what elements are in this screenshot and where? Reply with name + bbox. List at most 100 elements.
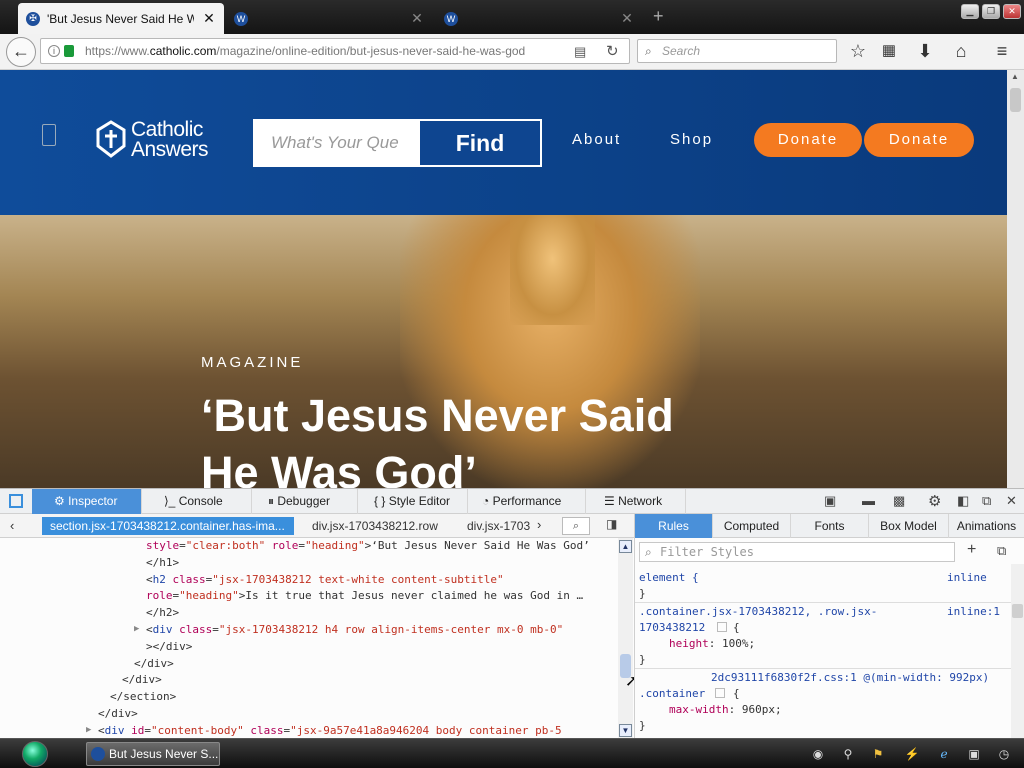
reader-view-icon[interactable]: ▤ xyxy=(574,44,586,60)
highlight-selector-icon[interactable] xyxy=(715,688,725,698)
donate-button[interactable]: Donate xyxy=(754,123,862,157)
tab-inspector[interactable]: ⚙ Inspector xyxy=(32,489,142,514)
donate-button-2[interactable]: Donate xyxy=(864,123,974,157)
scroll-up-icon[interactable]: ▲ xyxy=(1009,72,1021,81)
rule-2-source[interactable]: inline:1 xyxy=(947,604,1000,620)
close-tab-icon[interactable]: ✕ xyxy=(410,10,424,27)
nav-about-link[interactable]: About xyxy=(572,131,621,148)
menu-toggle-icon[interactable] xyxy=(42,124,56,146)
rule-3-source[interactable]: 2dc93111f6830f2f.css:1 @(min-width: 992p… xyxy=(711,670,989,686)
markup-line[interactable]: </div> xyxy=(98,705,138,722)
markup-line[interactable]: </div> xyxy=(134,655,174,672)
screenshot-icon[interactable]: ▩ xyxy=(893,493,905,509)
nav-shop-link[interactable]: Shop xyxy=(670,131,713,148)
site-search-input[interactable]: What's Your Que xyxy=(271,133,399,153)
settings-gear-icon[interactable]: ⚙ xyxy=(928,492,941,510)
close-devtools-icon[interactable]: ✕ xyxy=(1006,493,1017,509)
element-picker-icon[interactable] xyxy=(9,494,23,508)
add-rule-icon[interactable]: + xyxy=(967,541,976,559)
tray-network-icon[interactable]: ▣ xyxy=(966,746,982,762)
tab-style-editor[interactable]: { } Style Editor xyxy=(358,489,468,514)
tab-animations[interactable]: Animations xyxy=(949,514,1024,538)
dock-bottom-icon[interactable]: ▬ xyxy=(862,493,875,508)
scroll-down-icon[interactable]: ▼ xyxy=(619,724,632,737)
tab-network[interactable]: ☰ Network xyxy=(586,489,686,514)
bookmark-star-icon[interactable]: ☆ xyxy=(848,41,868,61)
breadcrumb-left-icon[interactable]: ‹ xyxy=(10,518,14,533)
undock-icon[interactable]: ⧉ xyxy=(982,493,991,509)
rule-2-selector-a[interactable]: .container.jsx-1703438212, .row.jsx- xyxy=(639,604,877,620)
expand-node-icon[interactable]: ▶ xyxy=(86,722,91,739)
responsive-mode-icon[interactable]: ▣ xyxy=(824,493,836,509)
tab-active[interactable]: ✠ 'But Jesus Never Said He W... ✕ xyxy=(18,3,224,34)
toggle-classes-icon[interactable]: ⧉ xyxy=(997,543,1006,559)
page-scrollbar[interactable]: ▲ xyxy=(1007,70,1024,488)
markup-line[interactable]: role="heading">Is it true that Jesus nev… xyxy=(146,587,583,604)
rule-2-selector-b[interactable]: 1703438212 xyxy=(639,620,705,636)
highlight-selector-icon[interactable] xyxy=(717,622,727,632)
tab-performance[interactable]: ◔ Performance xyxy=(468,489,586,514)
markup-scrollbar[interactable]: ▲ ▼ xyxy=(618,538,633,739)
tab-rules[interactable]: Rules xyxy=(635,514,713,538)
tray-lightning-icon[interactable]: ⚡ xyxy=(904,746,920,762)
tray-circle-icon[interactable]: ◉ xyxy=(810,746,826,762)
rule-3-selector[interactable]: .container xyxy=(639,686,705,702)
rules-scrollbar[interactable] xyxy=(1011,564,1024,739)
tab-fonts[interactable]: Fonts xyxy=(791,514,869,538)
breadcrumb-item-row[interactable]: div.jsx-1703438212.row xyxy=(312,517,452,535)
bookmarks-list-icon[interactable]: ▦ xyxy=(879,41,899,61)
markup-line[interactable]: </div> xyxy=(122,671,162,688)
new-tab-icon[interactable]: + xyxy=(653,6,664,27)
markup-view[interactable]: style="clear:both" role="heading">‘But J… xyxy=(0,538,620,739)
markup-line[interactable]: style="clear:both" role="heading">‘But J… xyxy=(146,538,590,554)
search-html-icon[interactable]: ⌕ xyxy=(562,517,590,535)
minimize-icon[interactable]: ▁ xyxy=(961,4,979,19)
markup-line[interactable]: </h1> xyxy=(146,554,179,571)
tab-debugger[interactable]: ⏸ Debugger xyxy=(252,489,358,514)
tray-ie-icon[interactable]: ℯ xyxy=(936,746,952,762)
browser-search-input[interactable]: Search xyxy=(637,39,837,63)
tab-3[interactable]: W ✕ xyxy=(436,3,642,34)
filter-styles-input[interactable]: Filter Styles xyxy=(639,542,955,562)
taskbar-item-browser[interactable]: But Jesus Never S... xyxy=(86,742,220,766)
site-logo-text[interactable]: Catholic Answers xyxy=(131,119,209,160)
markup-line[interactable]: <div id="content-body" class="jsx-9a57e4… xyxy=(98,722,562,739)
tab-box-model[interactable]: Box Model xyxy=(869,514,949,538)
menu-icon[interactable]: ≡ xyxy=(992,41,1012,61)
rule-2-declaration[interactable]: height: 100%; xyxy=(669,636,755,652)
back-arrow-icon[interactable]: ← xyxy=(6,37,36,67)
close-tab-icon[interactable]: ✕ xyxy=(620,10,634,27)
close-window-icon[interactable]: ✕ xyxy=(1003,4,1021,19)
tab-console[interactable]: ⟩_ Console xyxy=(142,489,252,514)
close-tab-icon[interactable]: ✕ xyxy=(202,10,216,27)
markup-line[interactable]: ></div> xyxy=(146,638,192,655)
tray-bell-icon[interactable]: ⚑ xyxy=(870,746,886,762)
rule-1-source[interactable]: inline xyxy=(947,570,987,586)
rule-3-declaration[interactable]: max-width: 960px; xyxy=(669,702,782,718)
markup-line[interactable]: </section> xyxy=(110,688,176,705)
markup-line[interactable]: <div class="jsx-1703438212 h4 row align-… xyxy=(146,621,563,638)
breadcrumb-right-icon[interactable]: › xyxy=(537,517,541,532)
tray-clock-icon[interactable]: ◷ xyxy=(996,746,1012,762)
restore-icon[interactable]: ❐ xyxy=(982,4,1000,19)
rule-1-selector[interactable]: element { xyxy=(639,570,699,586)
find-button[interactable]: Find xyxy=(420,121,540,165)
markup-line[interactable]: <h2 class="jsx-1703438212 text-white con… xyxy=(146,571,504,588)
tab-computed[interactable]: Computed xyxy=(713,514,791,538)
toggle-sidebar-icon[interactable]: ◨ xyxy=(606,517,617,531)
reload-icon[interactable]: ↻ xyxy=(606,42,619,60)
dock-side-icon[interactable]: ◧ xyxy=(957,493,969,509)
info-icon[interactable]: i xyxy=(48,45,60,57)
breadcrumb-item-div[interactable]: div.jsx-1703 xyxy=(467,517,531,535)
scroll-up-icon[interactable]: ▲ xyxy=(619,540,632,553)
url-bar[interactable]: https://www.catholic.com/magazine/online… xyxy=(40,38,630,64)
rules-scroll-thumb[interactable] xyxy=(1012,604,1023,618)
home-icon[interactable]: ⌂ xyxy=(951,41,971,61)
start-button-icon[interactable] xyxy=(22,741,48,767)
download-icon[interactable]: ⬇ xyxy=(915,41,935,61)
expand-node-icon[interactable]: ▶ xyxy=(134,621,139,638)
page-scroll-thumb[interactable] xyxy=(1010,88,1021,112)
markup-line[interactable]: </h2> xyxy=(146,604,179,621)
tab-2[interactable]: W ✕ xyxy=(226,3,432,34)
breadcrumb-item-section[interactable]: section.jsx-1703438212.container.has-ima… xyxy=(42,517,294,535)
